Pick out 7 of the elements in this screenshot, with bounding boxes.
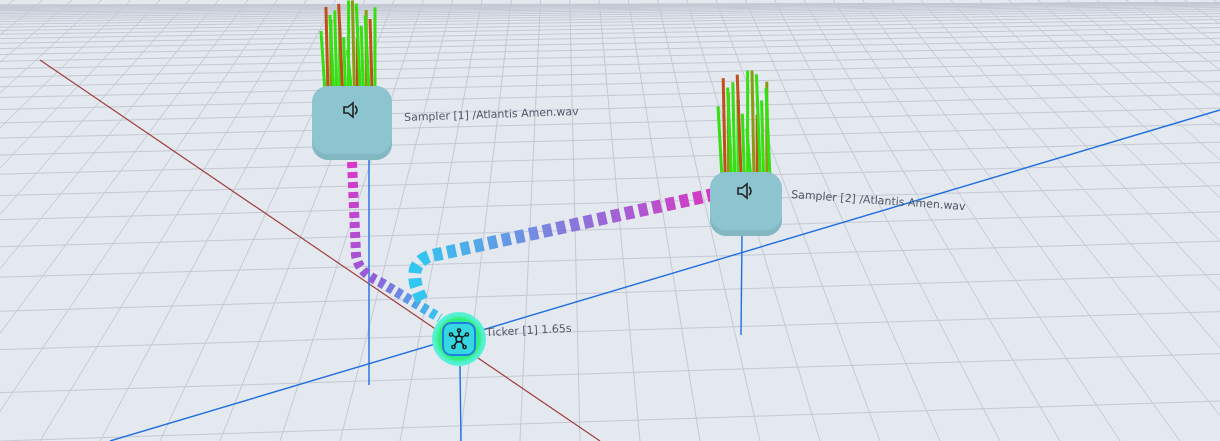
ticker-node[interactable] <box>432 312 486 366</box>
sampler-node[interactable] <box>710 172 782 236</box>
sampler-node[interactable] <box>312 86 392 160</box>
node-label: Sampler [1] /Atlantis Amen.wav <box>403 104 579 125</box>
node-label: Ticker [1] 1.65s <box>485 321 572 340</box>
network-icon <box>447 327 471 351</box>
node-label: Sampler [2] /Atlantis Amen.wav <box>790 187 966 214</box>
